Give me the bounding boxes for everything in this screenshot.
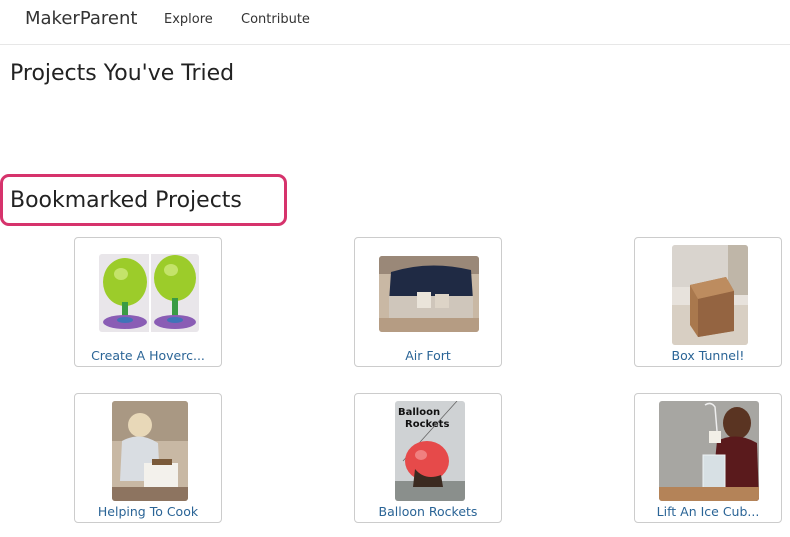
balloon-caption-line1: Balloon: [398, 407, 440, 418]
lift-ice-cube-thumbnail: [659, 401, 759, 501]
project-title[interactable]: Lift An Ice Cub...: [635, 504, 781, 519]
bookmarked-section-title: Bookmarked Projects: [10, 188, 242, 213]
brand-logo[interactable]: MakerParent: [25, 8, 137, 29]
project-card-box-tunnel[interactable]: Box Tunnel!: [634, 237, 782, 367]
balloon-rockets-thumbnail: Balloon Rockets: [395, 401, 465, 501]
hovercraft-thumbnail: [99, 254, 199, 332]
project-title[interactable]: Air Fort: [355, 348, 501, 363]
box-tunnel-thumbnail: [672, 245, 748, 345]
project-title[interactable]: Box Tunnel!: [635, 348, 781, 363]
project-title[interactable]: Balloon Rockets: [355, 504, 501, 519]
helping-to-cook-thumbnail: [112, 401, 188, 501]
top-navbar: MakerParent Explore Contribute: [0, 0, 790, 45]
balloon-caption-line2: Rockets: [405, 419, 449, 430]
project-card-hovercraft[interactable]: Create A Hoverc...: [74, 237, 222, 367]
air-fort-thumbnail: [379, 256, 479, 332]
nav-explore[interactable]: Explore: [164, 12, 213, 27]
project-card-balloon-rockets[interactable]: Balloon Rockets Balloon Rockets: [354, 393, 502, 523]
project-card-air-fort[interactable]: Air Fort: [354, 237, 502, 367]
project-title[interactable]: Helping To Cook: [75, 504, 221, 519]
tried-section-title: Projects You've Tried: [10, 61, 235, 86]
project-card-lift-ice-cube[interactable]: Lift An Ice Cub...: [634, 393, 782, 523]
nav-contribute[interactable]: Contribute: [241, 12, 310, 27]
project-card-helping-to-cook[interactable]: Helping To Cook: [74, 393, 222, 523]
project-title[interactable]: Create A Hoverc...: [75, 348, 221, 363]
